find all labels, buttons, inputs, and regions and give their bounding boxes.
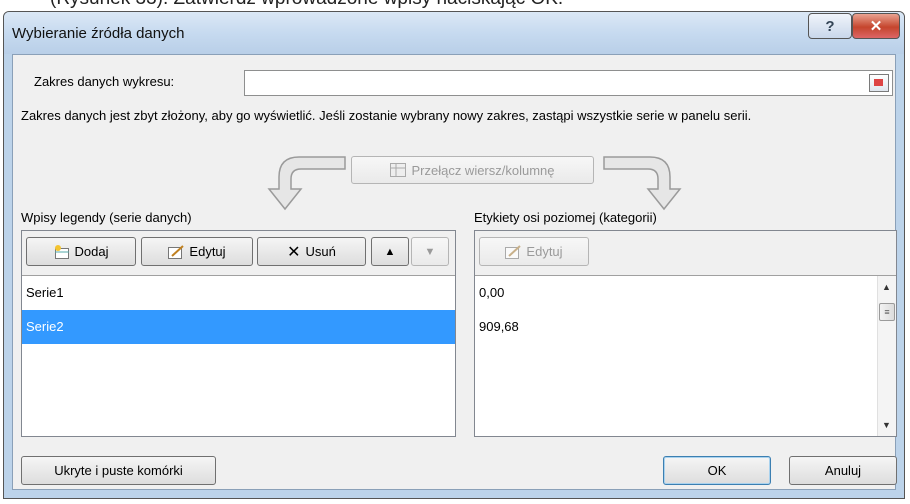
chart-range-input[interactable] [244, 70, 893, 96]
axis-labels-heading: Etykiety osi poziomej (kategorii) [474, 210, 657, 225]
edit-axis-labels-icon [505, 244, 522, 259]
title-bar: Wybieranie źródła danych ? ✕ [4, 12, 904, 54]
close-button[interactable]: ✕ [852, 13, 900, 39]
cancel-label: Anuluj [824, 463, 862, 478]
remove-series-label: Usuń [305, 244, 336, 259]
remove-series-icon: ✕ [287, 243, 301, 261]
dialog-title: Wybieranie źródła danych [12, 25, 185, 42]
add-series-button[interactable]: Dodaj [26, 237, 136, 266]
help-button[interactable]: ? [808, 13, 852, 39]
dialog-body: Zakres danych wykresu: Zakres danych jes… [12, 54, 897, 490]
series-list-item-selected[interactable]: Serie2 [22, 310, 455, 344]
hidden-empty-cells-button[interactable]: Ukryte i puste komórki [21, 456, 216, 485]
collapse-range-icon[interactable] [869, 74, 889, 92]
cancel-button[interactable]: Anuluj [789, 456, 897, 485]
add-series-icon [54, 244, 70, 259]
switch-row-column-icon [390, 163, 407, 177]
remove-series-button[interactable]: ✕ Usuń [257, 237, 366, 266]
series-list-item[interactable]: Serie1 [22, 276, 455, 310]
switch-row-column-button[interactable]: Przełącz wiersz/kolumnę [351, 156, 594, 184]
scroll-thumb[interactable]: ≡ [879, 303, 895, 321]
legend-entries-panel: Dodaj Edytuj ✕ Usuń ▲ ▼ Serie1 Serie2 [21, 230, 456, 437]
scroll-down-icon[interactable]: ▼ [882, 420, 891, 430]
curved-arrow-left-icon [267, 156, 346, 211]
move-down-button[interactable]: ▼ [411, 237, 449, 266]
add-series-label: Dodaj [74, 244, 109, 259]
select-data-source-dialog: Wybieranie źródła danych ? ✕ Zakres dany… [3, 11, 905, 499]
background-document-text: (Rysunek 33). Zatwierdź wprowadzone wpis… [50, 0, 563, 10]
curved-arrow-right-icon [603, 156, 682, 211]
edit-series-label: Edytuj [189, 244, 226, 259]
axis-label-item[interactable]: 0,00 [475, 276, 877, 310]
help-icon: ? [825, 17, 835, 35]
edit-axis-labels-button[interactable]: Edytuj [479, 237, 589, 266]
hidden-empty-cells-label: Ukryte i puste komórki [54, 463, 183, 478]
move-up-button[interactable]: ▲ [371, 237, 409, 266]
axis-labels-panel: Edytuj 0,00 909,68 ▲ ≡ ▼ [474, 230, 897, 437]
axis-toolbar: Edytuj [475, 231, 896, 276]
legend-entries-heading: Wpisy legendy (serie danych) [21, 210, 192, 225]
legend-toolbar: Dodaj Edytuj ✕ Usuń ▲ ▼ [22, 231, 455, 276]
close-icon: ✕ [869, 18, 883, 35]
move-up-icon: ▲ [384, 245, 396, 258]
chart-range-label: Zakres danych wykresu: [34, 74, 175, 89]
edit-series-button[interactable]: Edytuj [141, 237, 253, 266]
scroll-up-icon[interactable]: ▲ [882, 282, 891, 292]
axis-labels-scrollbar[interactable]: ▲ ≡ ▼ [877, 276, 896, 436]
axis-label-item[interactable]: 909,68 [475, 310, 877, 344]
ok-button[interactable]: OK [663, 456, 771, 485]
switch-row-column-label: Przełącz wiersz/kolumnę [411, 162, 555, 178]
ok-label: OK [707, 463, 727, 478]
edit-axis-labels-label: Edytuj [526, 244, 563, 259]
edit-series-icon [168, 244, 185, 259]
move-down-icon: ▼ [424, 245, 436, 258]
range-warning-text: Zakres danych jest zbyt złożony, aby go … [21, 108, 752, 123]
